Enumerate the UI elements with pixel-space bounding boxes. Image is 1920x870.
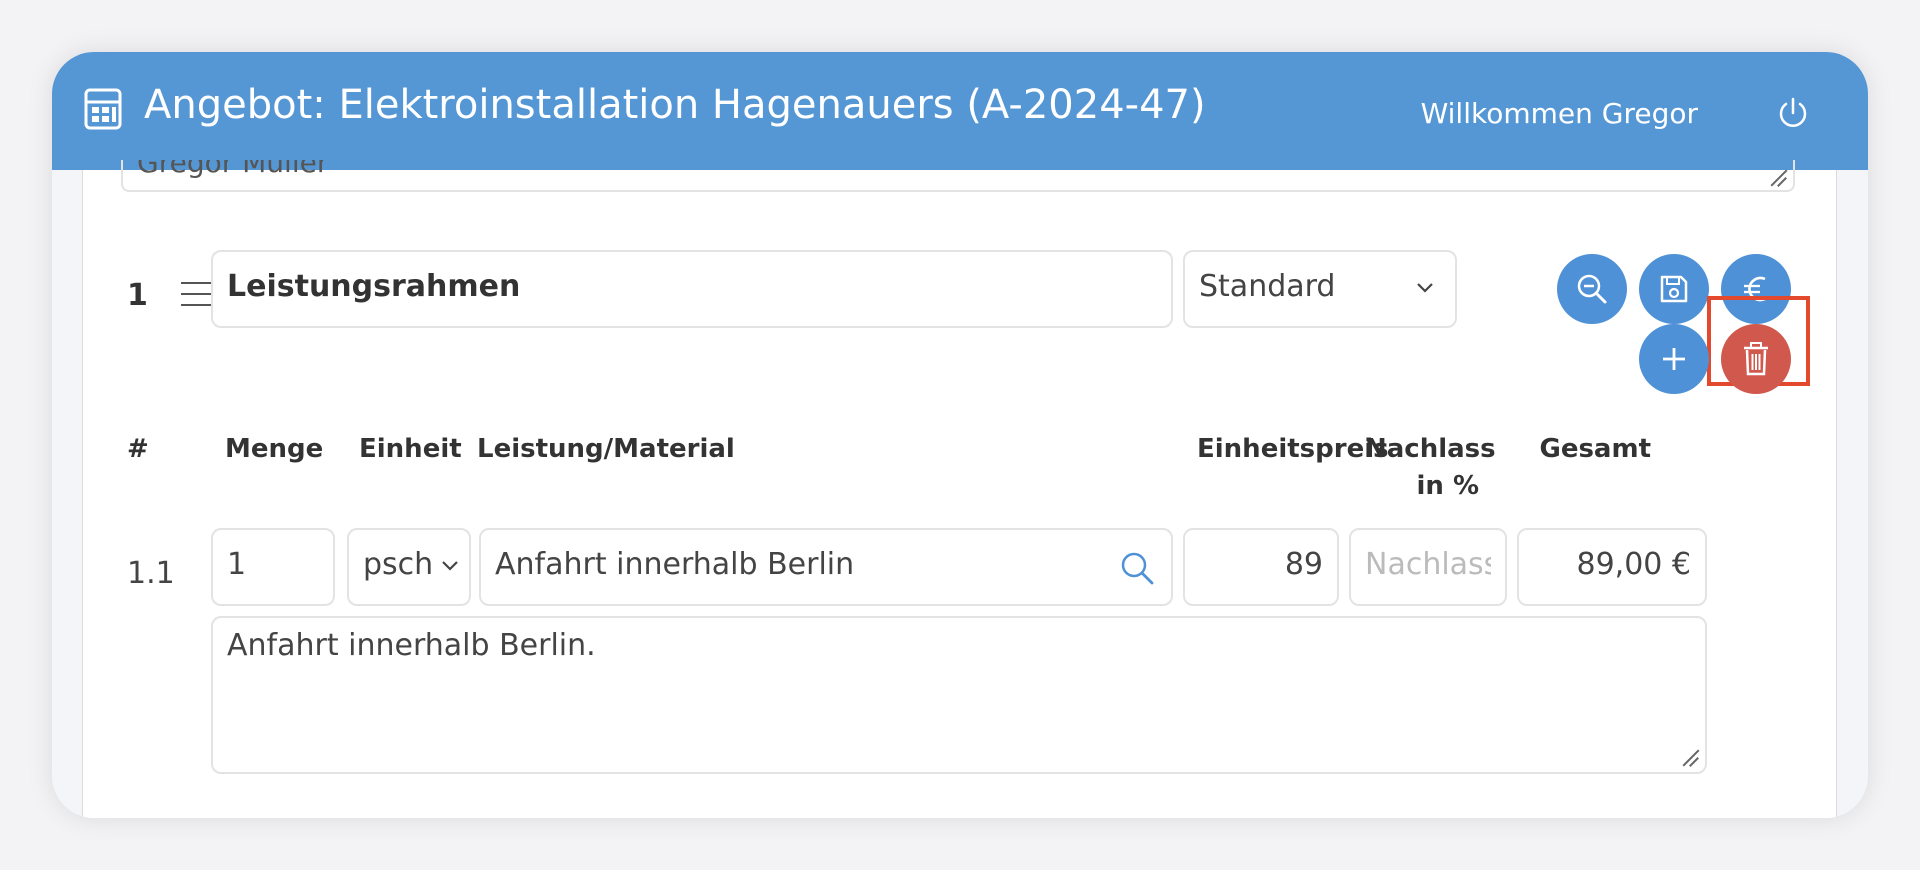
unit-price-value: 89: [1284, 547, 1323, 582]
column-header-total: Gesamt: [1539, 434, 1651, 464]
service-value: Anfahrt innerhalb Berlin: [495, 547, 855, 582]
section-title-value: Leistungsrahmen: [227, 269, 521, 304]
previous-textarea-value: Gregor Müller: [137, 160, 329, 179]
quantity-input[interactable]: 1: [211, 528, 335, 606]
save-icon: [1660, 275, 1688, 303]
unit-value: psch: [363, 547, 434, 582]
total-field: 89,00 €: [1517, 528, 1707, 606]
unit-price-input[interactable]: 89: [1183, 528, 1339, 606]
discount-input[interactable]: Nachlass: [1349, 528, 1507, 606]
zoom-out-icon: [1577, 274, 1607, 304]
column-header-number: #: [127, 434, 149, 464]
calculator-icon: [84, 88, 122, 130]
page-title: Angebot: Elektroinstallation Hagenauers …: [144, 82, 1206, 128]
previous-textarea[interactable]: Gregor Müller: [121, 160, 1795, 192]
delete-section-button[interactable]: [1721, 324, 1791, 394]
position-number: 1.1: [127, 556, 175, 591]
service-input[interactable]: Anfahrt innerhalb Berlin: [479, 528, 1173, 606]
chevron-down-icon: [1417, 283, 1433, 293]
section-type-select[interactable]: Standard: [1183, 250, 1457, 328]
app-window: Angebot: Elektroinstallation Hagenauers …: [52, 52, 1868, 818]
welcome-text: Willkommen Gregor: [1420, 97, 1698, 130]
section-number: 1: [127, 278, 148, 313]
unit-select[interactable]: psch: [347, 528, 471, 606]
plus-icon: [1663, 348, 1685, 370]
quantity-value: 1: [227, 547, 247, 582]
drag-handle-icon[interactable]: [181, 282, 211, 310]
column-header-discount-unit: in %: [1416, 471, 1479, 501]
zoom-out-button[interactable]: [1557, 254, 1627, 324]
section-title-input[interactable]: Leistungsrahmen: [211, 250, 1173, 328]
column-header-unit: Einheit: [359, 434, 462, 464]
save-button[interactable]: [1639, 254, 1709, 324]
description-value: Anfahrt innerhalb Berlin.: [227, 628, 596, 663]
column-header-service: Leistung/Material: [477, 434, 735, 464]
main-content: Gregor Müller 1 Leistungsrahmen Standard: [82, 160, 1837, 818]
column-header-discount: Nachlass: [1365, 434, 1496, 464]
description-textarea[interactable]: Anfahrt innerhalb Berlin.: [211, 616, 1707, 774]
trash-icon: [1744, 342, 1768, 376]
section-type-value: Standard: [1199, 269, 1336, 304]
column-header-quantity: Menge: [225, 434, 324, 464]
column-header-unit-price: Einheitspreis: [1197, 434, 1389, 464]
chevron-down-icon: [442, 561, 458, 571]
discount-placeholder: Nachlass: [1365, 547, 1491, 582]
total-value: 89,00 €: [1576, 547, 1691, 582]
app-header: Angebot: Elektroinstallation Hagenauers …: [52, 52, 1868, 170]
resize-grip-icon[interactable]: [1681, 748, 1699, 766]
add-position-button[interactable]: [1639, 324, 1709, 394]
resize-grip-icon[interactable]: [1769, 168, 1787, 186]
power-icon[interactable]: [1776, 96, 1810, 130]
search-icon[interactable]: [1119, 550, 1155, 586]
